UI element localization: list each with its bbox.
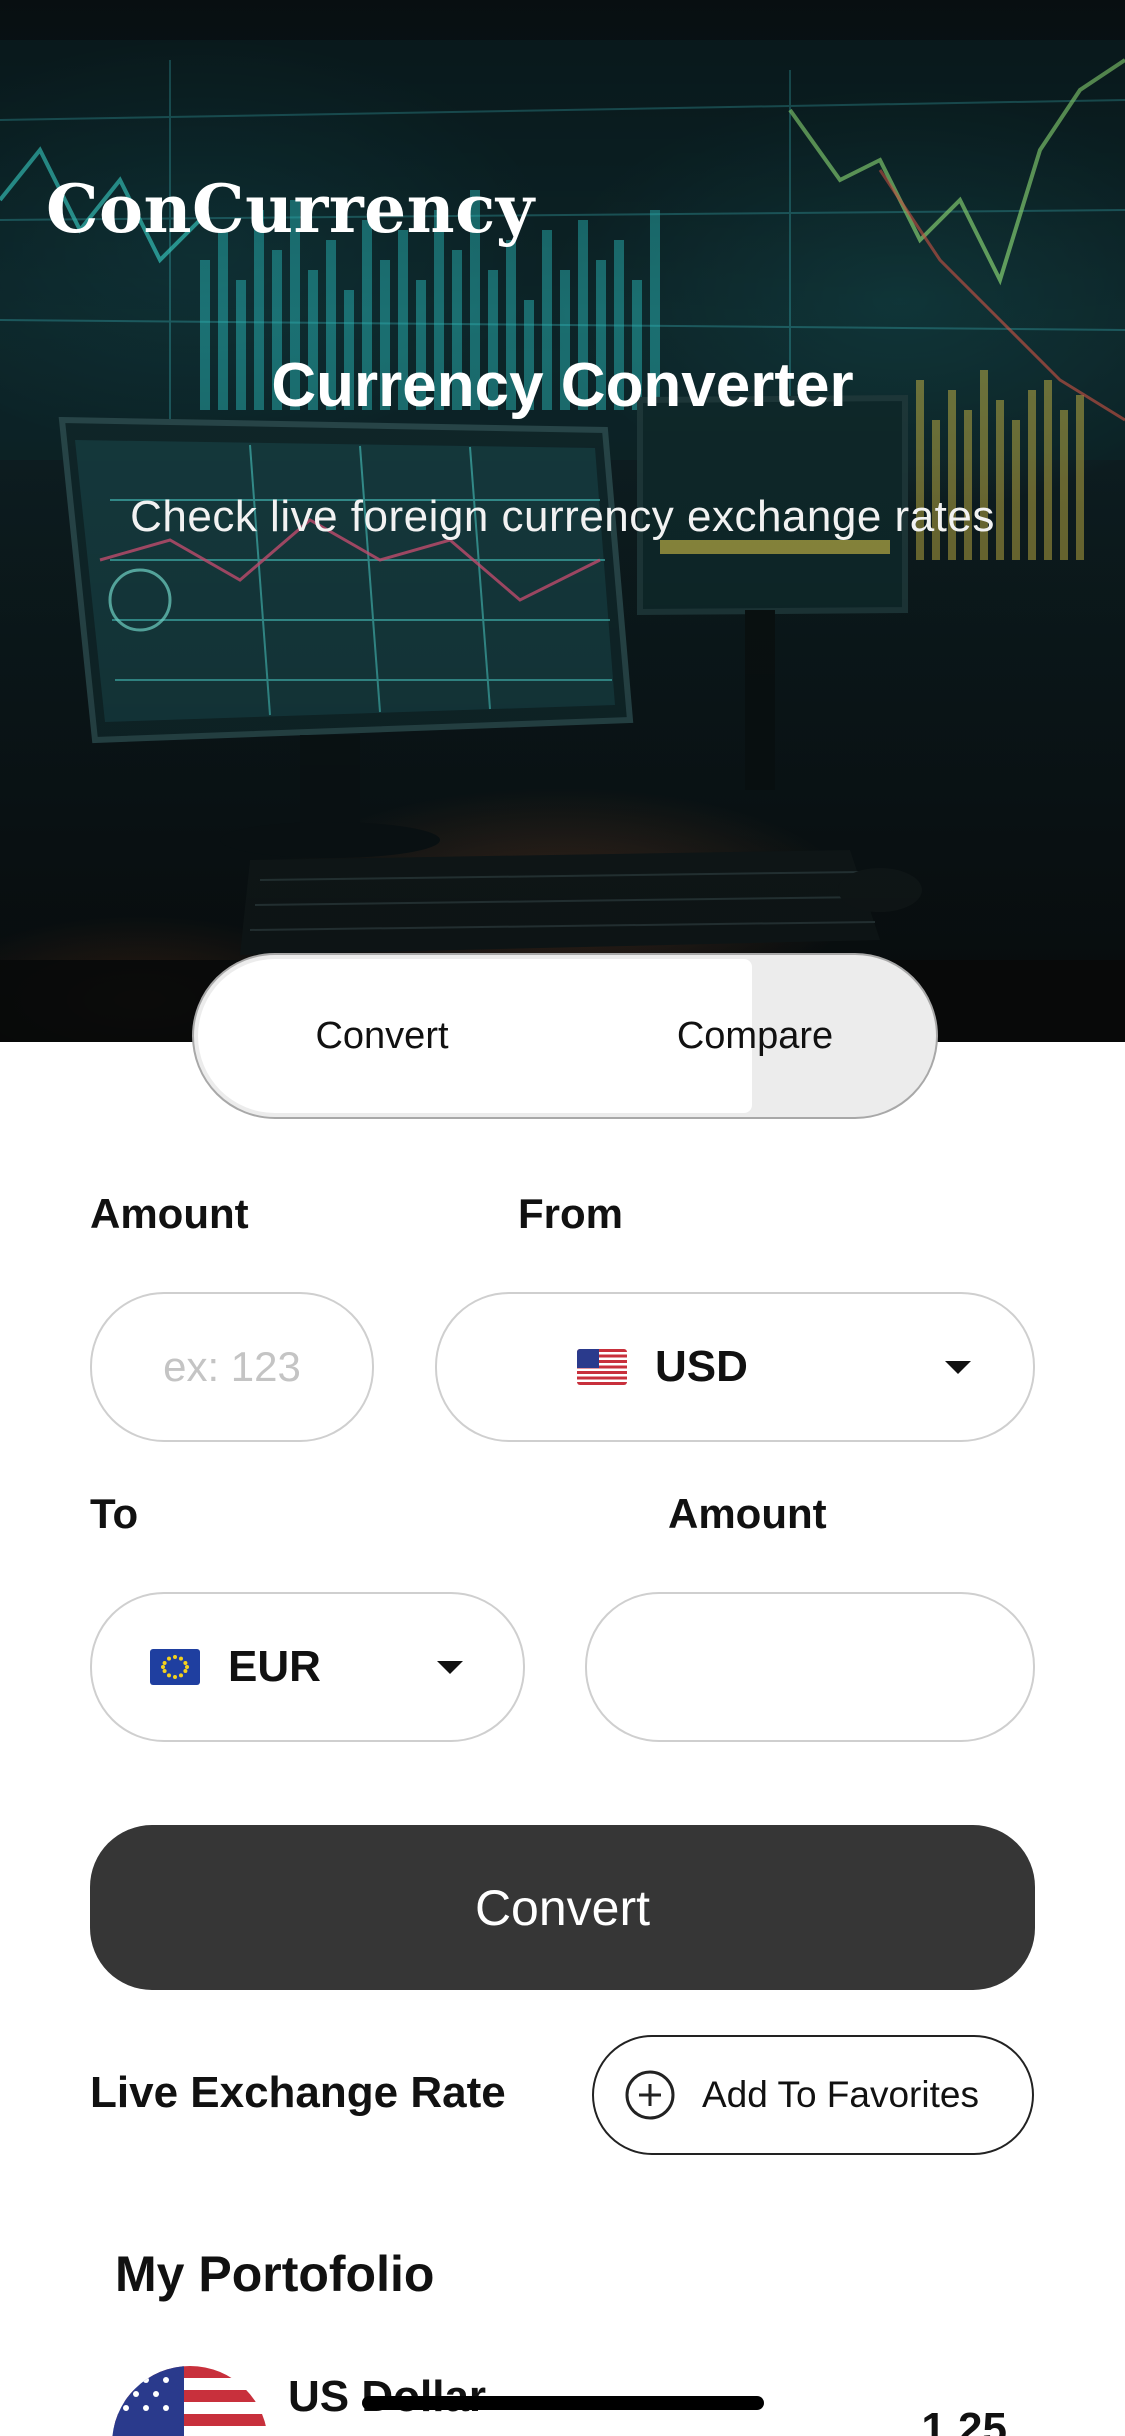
add-to-favorites-label: Add To Favorites bbox=[702, 2074, 979, 2115]
from-currency-code: USD bbox=[655, 1342, 748, 1391]
to-currency-select[interactable]: EUR bbox=[90, 1592, 525, 1742]
page-title: Currency Converter bbox=[271, 351, 854, 420]
portfolio-item-rate: 1.25 bbox=[921, 2404, 1007, 2436]
amount-label: Amount bbox=[90, 1190, 249, 1237]
portfolio-title: My Portofolio bbox=[115, 2246, 435, 2302]
home-indicator[interactable] bbox=[362, 2396, 764, 2410]
from-currency-select[interactable]: USD bbox=[435, 1292, 1035, 1442]
tab-convert[interactable]: Convert bbox=[194, 955, 570, 1117]
hero-banner: ConCurrency Currency Converter Check liv… bbox=[0, 0, 1125, 1042]
eu-flag-icon bbox=[150, 1649, 200, 1685]
chevron-down-icon bbox=[437, 1661, 463, 1674]
convert-button[interactable]: Convert bbox=[90, 1825, 1035, 1990]
add-to-favorites-button[interactable]: Add To Favorites bbox=[592, 2035, 1034, 2155]
result-amount-input[interactable] bbox=[630, 1643, 990, 1691]
tab-compare[interactable]: Compare bbox=[570, 955, 936, 1117]
to-label: To bbox=[90, 1490, 139, 1537]
amount-input[interactable] bbox=[122, 1343, 342, 1391]
chevron-down-icon bbox=[945, 1361, 971, 1374]
us-flag-icon bbox=[112, 2366, 268, 2436]
to-currency-code: EUR bbox=[228, 1642, 321, 1691]
amount-field[interactable] bbox=[90, 1292, 374, 1442]
brand-logo: ConCurrency bbox=[46, 170, 535, 248]
page-subtitle: Check live foreign currency exchange rat… bbox=[130, 492, 995, 541]
live-exchange-rate-label: Live Exchange Rate bbox=[90, 2068, 506, 2117]
result-amount-field[interactable] bbox=[585, 1592, 1035, 1742]
result-amount-label: Amount bbox=[668, 1490, 827, 1537]
from-label: From bbox=[518, 1190, 623, 1237]
plus-circle-icon bbox=[625, 2070, 675, 2120]
mode-segmented-control: Convert Compare bbox=[192, 953, 938, 1119]
us-flag-icon bbox=[577, 1349, 627, 1385]
